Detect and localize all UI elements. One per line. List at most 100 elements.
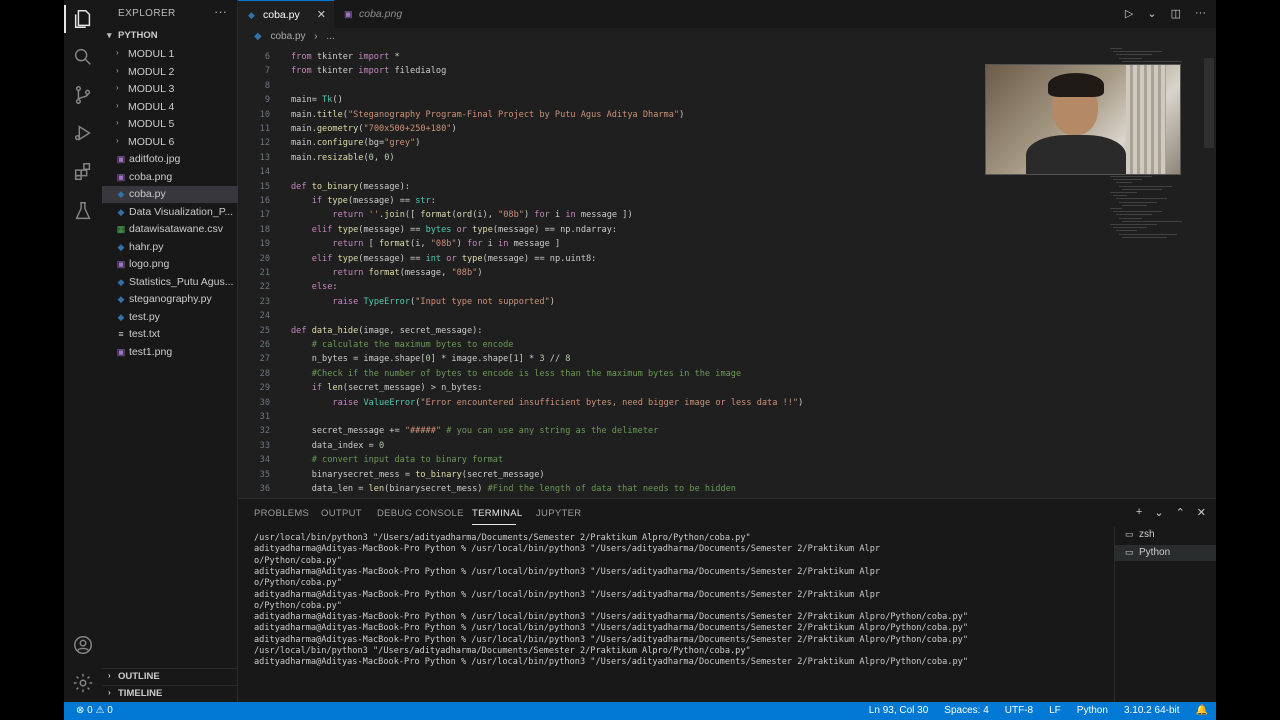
- code-line[interactable]: 34 # convert input data to binary format: [238, 453, 1138, 467]
- code-line[interactable]: 32 secret_message += "#####" # you can u…: [238, 424, 1138, 438]
- cursor-position[interactable]: Ln 93, Col 30: [869, 705, 929, 716]
- code-line[interactable]: 28 #Check if the number of bytes to enco…: [238, 367, 1138, 381]
- workspace-section-header[interactable]: ▾ PYTHON: [102, 30, 238, 44]
- breadcrumb-symbol[interactable]: ...: [326, 31, 334, 42]
- chevron-down-icon[interactable]: ⌄: [1154, 506, 1163, 519]
- code-line[interactable]: 36 data_len = len(binarysecret_mess) #Fi…: [238, 482, 1138, 496]
- code-line[interactable]: 6 from tkinter import *: [238, 50, 1138, 64]
- file-item[interactable]: ▣ coba.png: [102, 169, 238, 186]
- code-line[interactable]: 24: [238, 309, 1138, 323]
- code-line[interactable]: 31: [238, 410, 1138, 424]
- encoding-status[interactable]: UTF-8: [1005, 705, 1033, 716]
- line-number: 9: [264, 95, 270, 106]
- terminal-output[interactable]: /usr/local/bin/python3 "/Users/adityadha…: [254, 533, 1114, 703]
- problems-status[interactable]: ⊗ 0 ⚠ 0: [76, 705, 113, 716]
- chevron-down-icon[interactable]: ⌄: [1147, 7, 1156, 20]
- code-line[interactable]: 18 elif type(message) == bytes or type(m…: [238, 223, 1138, 237]
- csv-file-icon: ▦: [116, 224, 126, 234]
- tab-coba-py[interactable]: ◆ coba.py ✕: [238, 0, 334, 28]
- run-python-icon[interactable]: ▷: [1125, 7, 1133, 20]
- split-editor-icon[interactable]: ◫: [1171, 7, 1181, 20]
- chevron-right-icon: ›: [116, 65, 119, 75]
- maximize-panel-icon[interactable]: ⌃: [1176, 506, 1185, 519]
- folder-item[interactable]: › MODUL 1: [102, 46, 238, 63]
- language-mode[interactable]: Python: [1077, 705, 1108, 716]
- file-item[interactable]: ◆ steganography.py: [102, 291, 238, 308]
- file-item[interactable]: ▣ logo.png: [102, 256, 238, 273]
- file-name: test1.png: [129, 345, 173, 358]
- eol-status[interactable]: LF: [1049, 705, 1061, 716]
- indentation-status[interactable]: Spaces: 4: [944, 705, 988, 716]
- editor-scrollbar[interactable]: [1204, 58, 1214, 148]
- terminal-line: /usr/local/bin/python3 "/Users/adityadha…: [254, 533, 751, 543]
- account-icon[interactable]: [71, 633, 95, 657]
- folder-item[interactable]: › MODUL 3: [102, 81, 238, 98]
- explorer-more-icon[interactable]: ···: [214, 4, 227, 19]
- code-line[interactable]: 20 elif type(message) == int or type(mes…: [238, 252, 1138, 266]
- terminal-item-zsh[interactable]: ▭ zsh: [1115, 527, 1216, 543]
- code-line[interactable]: 33 data_index = 0: [238, 439, 1138, 453]
- code-line[interactable]: 26 # calculate the maximum bytes to enco…: [238, 338, 1138, 352]
- line-number: 17: [259, 210, 270, 221]
- code-line[interactable]: 35 binarysecret_mess = to_binary(secret_…: [238, 468, 1138, 482]
- terminal-icon: ▭: [1125, 547, 1134, 557]
- search-icon[interactable]: [71, 45, 95, 69]
- file-item[interactable]: ◆ hahr.py: [102, 239, 238, 256]
- tab-problems[interactable]: PROBLEMS: [254, 508, 309, 519]
- tab-terminal[interactable]: TERMINAL: [472, 508, 522, 519]
- file-item[interactable]: ◆ Data Visualization_P...: [102, 204, 238, 221]
- close-icon[interactable]: ✕: [317, 8, 326, 21]
- status-bar: ⊗ 0 ⚠ 0 Ln 93, Col 30 Spaces: 4 UTF-8 LF…: [64, 702, 1216, 720]
- more-actions-icon[interactable]: ···: [1195, 7, 1206, 20]
- code-line[interactable]: 22 else:: [238, 280, 1138, 294]
- code-line[interactable]: 30 raise ValueError("Error encountered i…: [238, 396, 1138, 410]
- close-panel-icon[interactable]: ✕: [1197, 506, 1206, 519]
- terminal-item-python[interactable]: ▭ Python: [1115, 545, 1216, 561]
- settings-gear-icon[interactable]: [71, 671, 95, 695]
- tab-coba-png[interactable]: ▣ coba.png: [334, 0, 424, 28]
- timeline-section[interactable]: › TIMELINE: [102, 685, 238, 701]
- image-file-icon: ▣: [116, 259, 126, 269]
- testing-icon[interactable]: [71, 199, 95, 223]
- breadcrumb-file[interactable]: coba.py: [270, 31, 305, 42]
- code-line[interactable]: 23 raise TypeError("Input type not suppo…: [238, 295, 1138, 309]
- folder-item[interactable]: › MODUL 2: [102, 64, 238, 81]
- code-line[interactable]: 19 return [ format(i, "08b") for i in me…: [238, 237, 1138, 251]
- code-text: main.resizable(0, 0): [291, 152, 395, 163]
- code-text: from tkinter import filedialog: [291, 66, 447, 77]
- tab-jupyter[interactable]: JUPYTER: [536, 508, 581, 519]
- code-line[interactable]: 27 n_bytes = image.shape[0] * image.shap…: [238, 352, 1138, 366]
- code-line[interactable]: 21 return format(message, "08b"): [238, 266, 1138, 280]
- source-control-icon[interactable]: [71, 83, 95, 107]
- image-file-icon: ▣: [344, 9, 353, 19]
- folder-item[interactable]: › MODUL 4: [102, 99, 238, 116]
- notifications-icon[interactable]: 🔔: [1196, 705, 1208, 716]
- extensions-icon[interactable]: [71, 160, 95, 184]
- code-line[interactable]: 17 return ''.join([ format(ord(i), "08b"…: [238, 208, 1138, 222]
- file-item[interactable]: ≡ test.txt: [102, 326, 238, 343]
- interpreter-status[interactable]: 3.10.2 64-bit: [1124, 705, 1180, 716]
- code-line[interactable]: 16 if type(message) == str:: [238, 194, 1138, 208]
- minimap-line: [1116, 214, 1152, 216]
- explorer-icon[interactable]: [71, 7, 95, 31]
- line-number: 30: [259, 397, 270, 408]
- workspace-name: PYTHON: [118, 30, 158, 41]
- file-item[interactable]: ▣ test1.png: [102, 344, 238, 361]
- tab-output[interactable]: OUTPUT: [321, 508, 362, 519]
- code-text: if type(message) == str:: [311, 196, 436, 206]
- outline-section[interactable]: › OUTLINE: [102, 668, 238, 684]
- new-terminal-icon[interactable]: +: [1136, 506, 1142, 519]
- file-item[interactable]: ◆ coba.py: [102, 186, 238, 203]
- run-debug-icon[interactable]: [71, 121, 95, 145]
- tab-debug-console[interactable]: DEBUG CONSOLE: [377, 508, 464, 519]
- code-line[interactable]: 29 if len(secret_message) > n_bytes:: [238, 381, 1138, 395]
- file-item[interactable]: ◆ test.py: [102, 309, 238, 326]
- code-line[interactable]: 25 def data_hide(image, secret_message):: [238, 324, 1138, 338]
- file-item[interactable]: ▦ datawisatawane.csv: [102, 221, 238, 238]
- folder-item[interactable]: › MODUL 5: [102, 116, 238, 133]
- folder-item[interactable]: › MODUL 6: [102, 134, 238, 151]
- file-item[interactable]: ◆ Statistics_Putu Agus...: [102, 274, 238, 291]
- line-number: 26: [259, 340, 270, 350]
- file-item[interactable]: ▣ aditfoto.jpg: [102, 151, 238, 168]
- code-line[interactable]: 15 def to_binary(message):: [238, 180, 1138, 194]
